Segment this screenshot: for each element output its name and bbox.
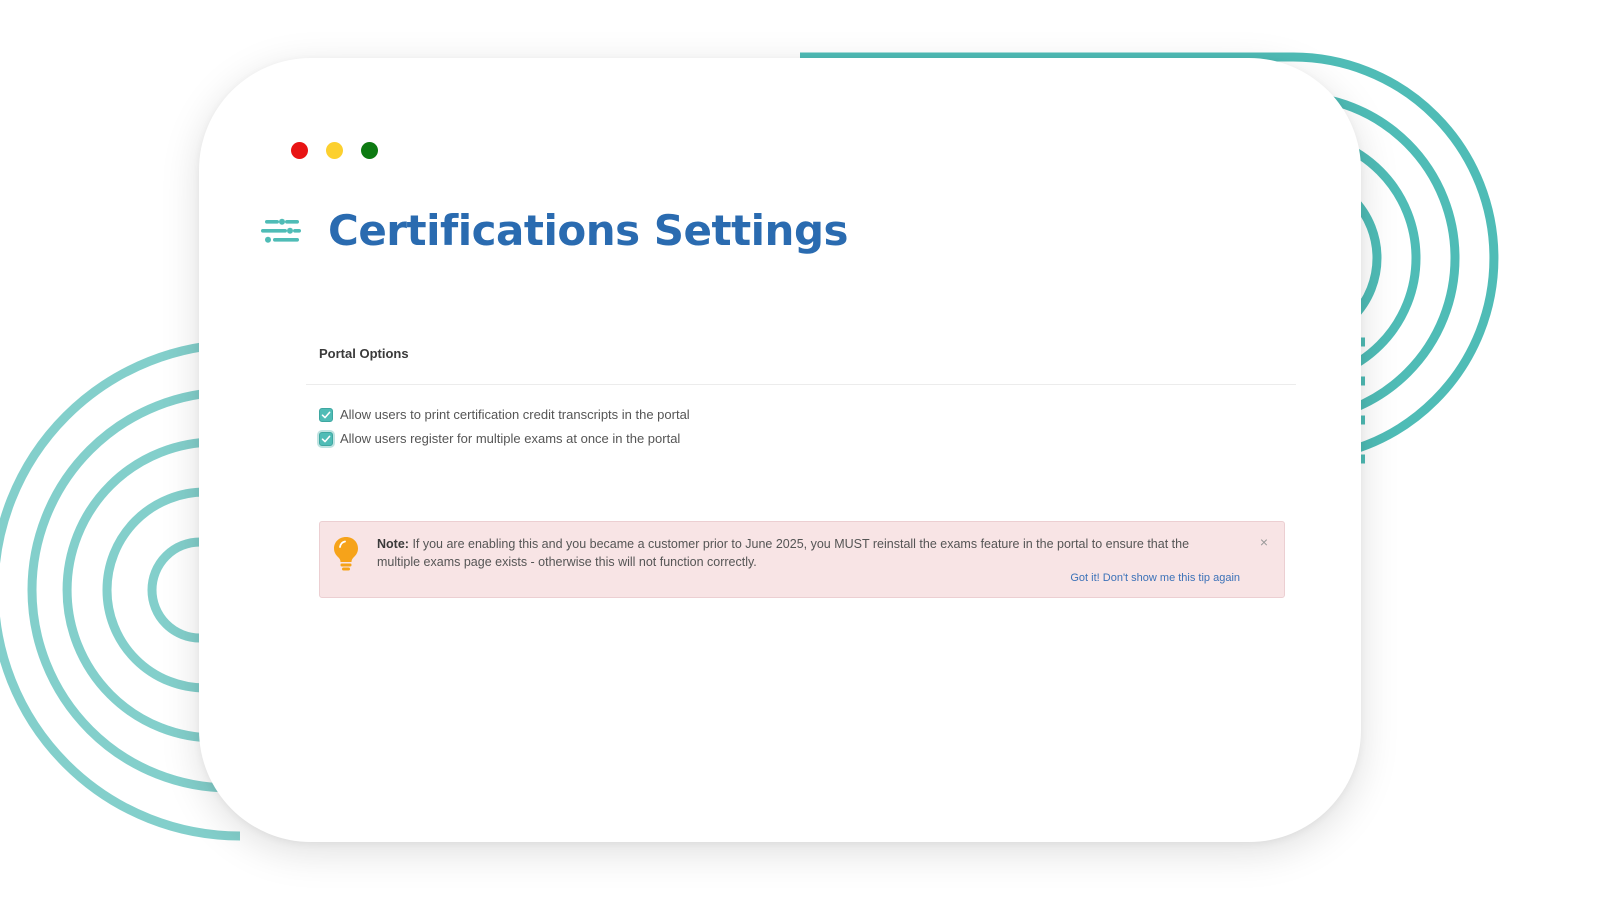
close-window-button[interactable] — [291, 142, 308, 159]
option-print-transcripts[interactable]: Allow users to print certification credi… — [319, 407, 690, 422]
option-label: Allow users to print certification credi… — [340, 407, 690, 422]
option-multiple-exams[interactable]: Allow users register for multiple exams … — [319, 431, 680, 446]
dismiss-tip-link[interactable]: Got it! Don't show me this tip again — [1070, 572, 1240, 584]
stage: Certifications Settings Portal Options A… — [0, 0, 1600, 900]
note-body: If you are enabling this and you became … — [377, 537, 1190, 569]
section-divider — [306, 384, 1296, 385]
checkmark-icon — [321, 411, 331, 418]
minimize-window-button[interactable] — [326, 142, 343, 159]
close-icon[interactable]: × — [1260, 534, 1268, 550]
lightbulb-icon — [334, 537, 358, 571]
multiple-exams-checkbox[interactable] — [319, 431, 333, 446]
note-label: Note: — [377, 537, 409, 551]
checkmark-icon — [321, 435, 331, 442]
app-window: Certifications Settings Portal Options A… — [199, 58, 1361, 842]
note-text: Note: If you are enabling this and you b… — [377, 535, 1227, 571]
print-transcripts-checkbox[interactable] — [319, 407, 333, 422]
maximize-window-button[interactable] — [361, 142, 378, 159]
window-controls — [291, 142, 378, 159]
option-label: Allow users register for multiple exams … — [340, 431, 681, 446]
tip-note: Note: If you are enabling this and you b… — [319, 521, 1285, 598]
settings-sliders-icon — [261, 218, 301, 243]
page-title: Certifications Settings — [328, 206, 849, 255]
page-header: Certifications Settings — [261, 206, 849, 255]
section-title: Portal Options — [319, 346, 409, 361]
